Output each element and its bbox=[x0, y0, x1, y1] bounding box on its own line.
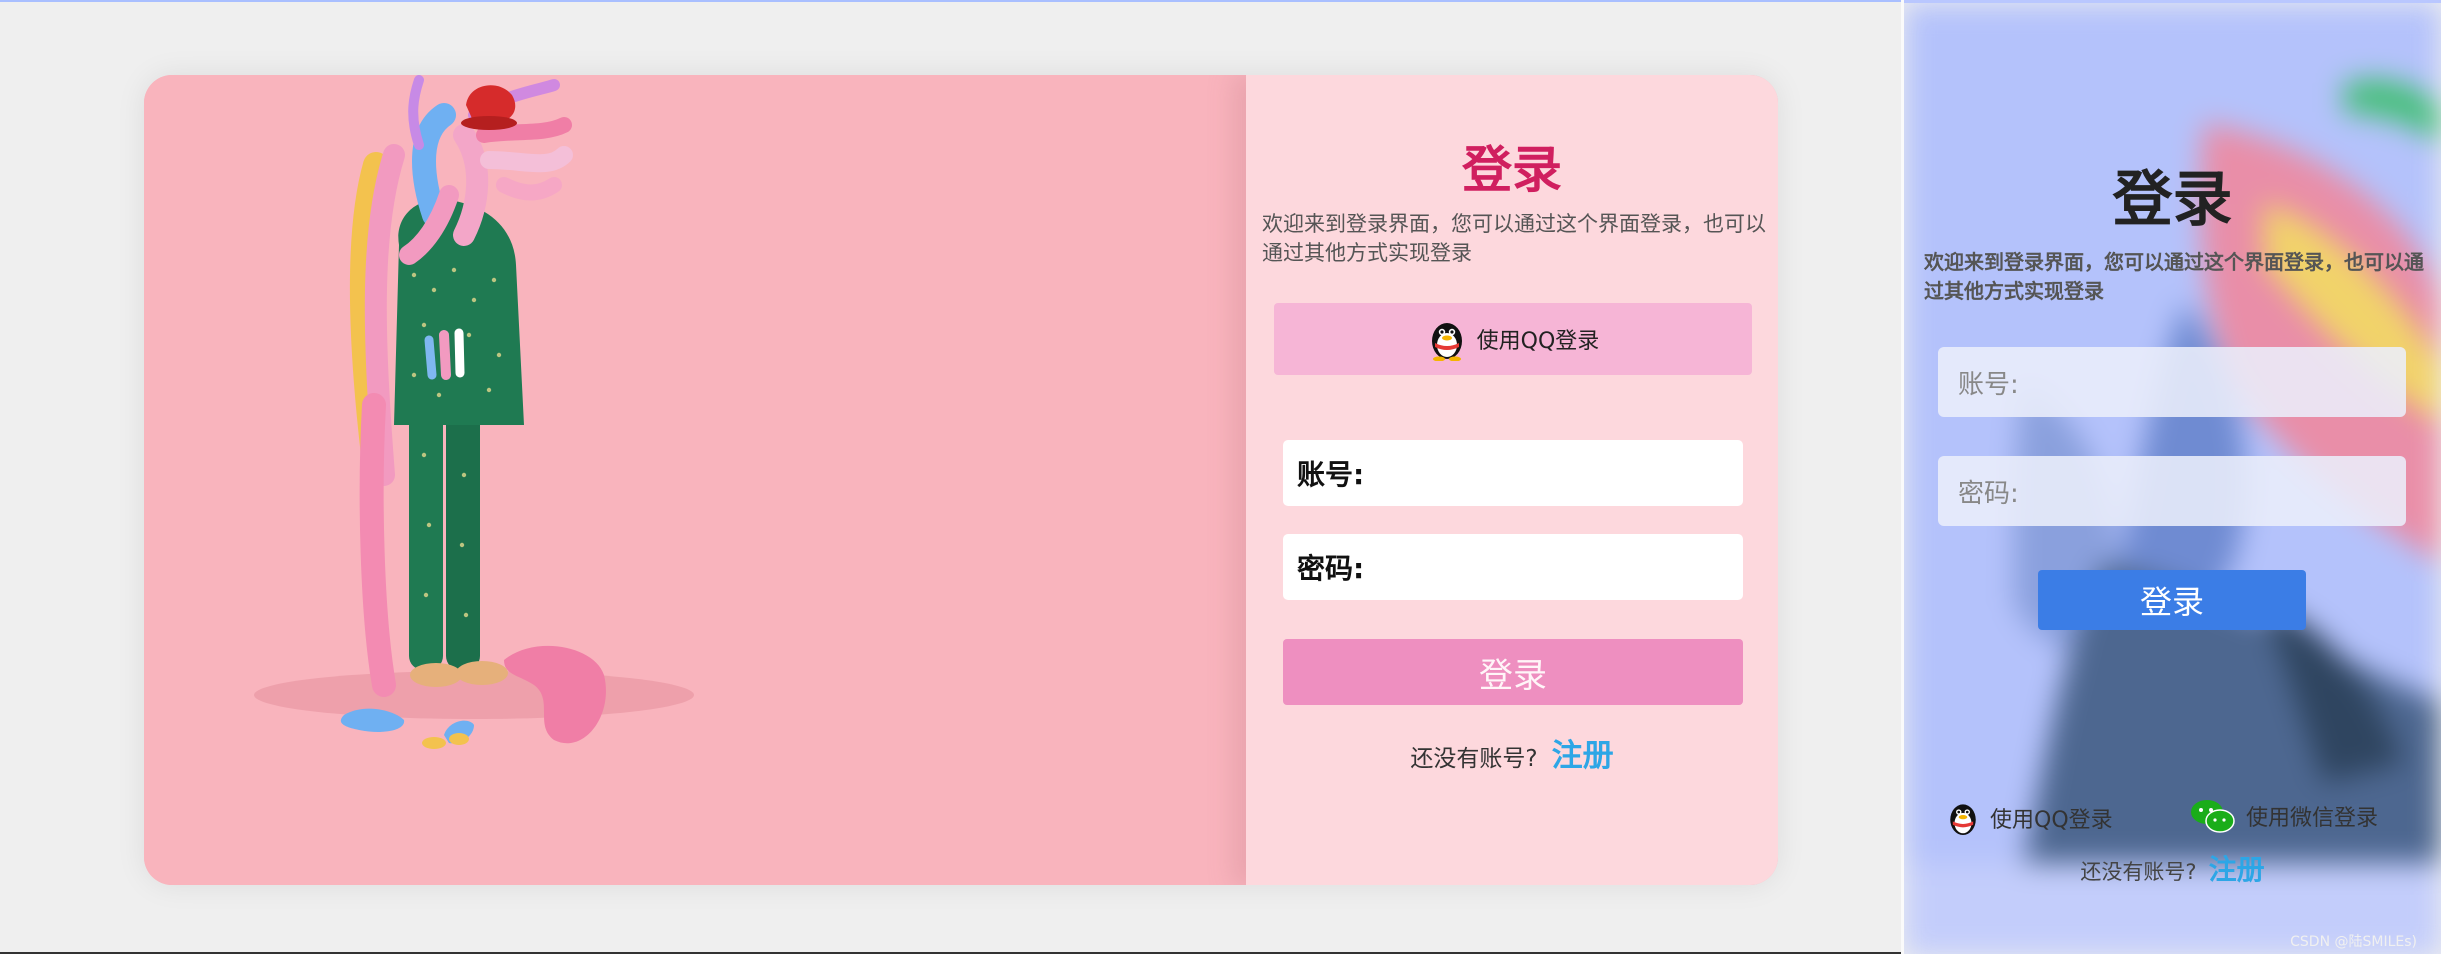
right-signup-link[interactable]: 注册 bbox=[2209, 848, 2265, 888]
right-screenshot: 登录 欢迎来到登录界面，您可以通过这个界面登录，也可以通过其他方式实现登录 账号… bbox=[1904, 0, 2441, 954]
qq-penguin-icon bbox=[1431, 323, 1462, 361]
login-card: 登录 欢迎来到登录界面，您可以通过这个界面登录，也可以通过其他方式实现登录 使用… bbox=[144, 75, 1778, 885]
login-form: 登录 欢迎来到登录界面，您可以通过这个界面登录，也可以通过其他方式实现登录 使用… bbox=[1246, 75, 1778, 885]
password-field[interactable]: 密码: bbox=[1283, 534, 1743, 600]
signup-row: 还没有账号? 注册 bbox=[1246, 730, 1778, 775]
illustration bbox=[144, 75, 1246, 885]
left-screenshot: 登录 欢迎来到登录界面，您可以通过这个界面登录，也可以通过其他方式实现登录 使用… bbox=[0, 0, 1901, 954]
qq-login-button[interactable]: 使用QQ登录 bbox=[1274, 303, 1752, 375]
form-description: 欢迎来到登录界面，您可以通过这个界面登录，也可以通过其他方式实现登录 bbox=[1262, 212, 1766, 265]
right-form-description: 欢迎来到登录界面，您可以通过这个界面登录，也可以通过其他方式实现登录 bbox=[1924, 250, 2424, 303]
right-login-button[interactable]: 登录 bbox=[2038, 570, 2306, 630]
login-submit-button[interactable]: 登录 bbox=[1283, 639, 1743, 705]
watermark: CSDN @陆SMILEs) bbox=[2290, 934, 2417, 950]
right-qq-label: 使用QQ登录 bbox=[1990, 808, 2113, 833]
account-label: 账号: bbox=[1297, 458, 1365, 491]
account-input[interactable] bbox=[1370, 440, 1743, 506]
wechat-bubbles-icon bbox=[2191, 800, 2235, 833]
qq-penguin-icon bbox=[1950, 804, 1976, 835]
right-qq-login[interactable]: 使用QQ登录 bbox=[1946, 798, 2113, 838]
right-signup-row: 还没有账号? 注册 bbox=[1904, 848, 2441, 888]
account-field[interactable]: 账号: bbox=[1283, 440, 1743, 506]
right-form-title: 登录 bbox=[2112, 165, 2233, 235]
qq-login-label: 使用QQ登录 bbox=[1476, 329, 1600, 354]
signup-link[interactable]: 注册 bbox=[1552, 730, 1614, 775]
right-account-placeholder: 账号: bbox=[1958, 369, 2019, 400]
password-label: 密码: bbox=[1297, 552, 1365, 585]
right-password-placeholder: 密码: bbox=[1958, 478, 2019, 509]
figure-illustration bbox=[254, 75, 694, 749]
right-signup-prompt: 还没有账号? bbox=[2080, 860, 2197, 884]
right-account-field[interactable]: 账号: bbox=[1938, 347, 2406, 417]
password-input[interactable] bbox=[1370, 534, 1743, 600]
right-wechat-login[interactable]: 使用微信登录 bbox=[2190, 798, 2378, 834]
signup-prompt: 还没有账号? bbox=[1410, 746, 1538, 772]
form-title: 登录 bbox=[1462, 141, 1562, 199]
right-password-field[interactable]: 密码: bbox=[1938, 456, 2406, 526]
right-wechat-label: 使用微信登录 bbox=[2246, 806, 2379, 831]
